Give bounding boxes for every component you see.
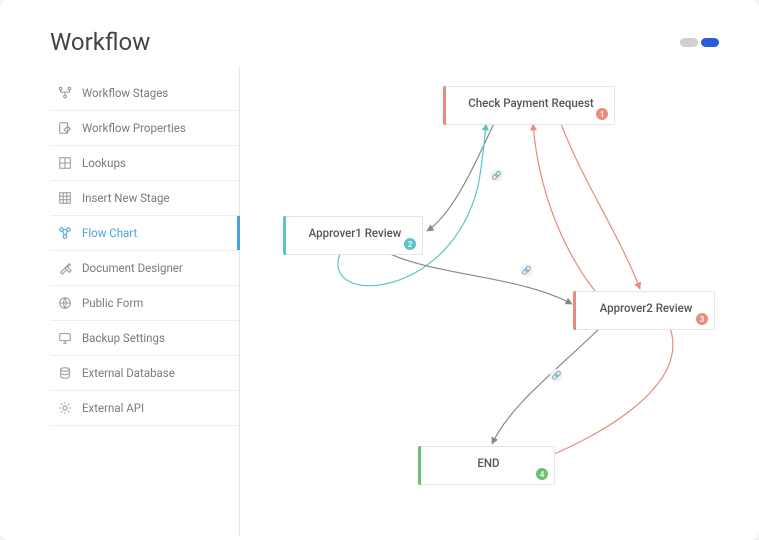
- nodes-icon: [58, 86, 72, 100]
- sidebar-item-label: Lookups: [82, 156, 126, 170]
- edge-1-2: [427, 121, 495, 231]
- link-icon: 🔗: [520, 264, 533, 277]
- sidebar-item-label: Workflow Properties: [82, 121, 186, 135]
- grid-icon: [58, 156, 72, 170]
- node-end[interactable]: END 4: [420, 446, 555, 485]
- sidebar-item-label: Document Designer: [82, 261, 183, 275]
- sidebar-item-workflow-properties[interactable]: Workflow Properties: [50, 111, 239, 146]
- node-label: Check Payment Request: [468, 96, 593, 110]
- toggle-off-pill[interactable]: [680, 38, 698, 47]
- link-icon: 🔗: [490, 169, 503, 182]
- sidebar-item-workflow-stages[interactable]: Workflow Stages: [50, 76, 239, 111]
- edge-3-4-grey: [492, 328, 600, 444]
- node-label: END: [477, 456, 499, 470]
- node-approver2-review[interactable]: Approver2 Review 3: [575, 291, 715, 330]
- backup-icon: [58, 331, 72, 345]
- sidebar-item-document-designer[interactable]: Document Designer: [50, 251, 239, 286]
- sidebar-item-label: Workflow Stages: [82, 86, 168, 100]
- node-badge: 1: [596, 108, 608, 120]
- sidebar-item-label: External API: [82, 401, 144, 415]
- sidebar-item-label: External Database: [82, 366, 175, 380]
- globe-icon: [58, 296, 72, 310]
- sidebar-item-insert-new-stage[interactable]: Insert New Stage: [50, 181, 239, 216]
- node-badge: 2: [404, 238, 416, 250]
- sidebar-item-label: Flow Chart: [82, 226, 137, 240]
- node-accent: [283, 216, 286, 255]
- flowchart-canvas[interactable]: 🔗 🔗 🔗 🔗 Check Payment Request 1 Approver…: [240, 66, 759, 536]
- toggle-on-pill[interactable]: [701, 38, 719, 47]
- link-icon: 🔗: [550, 369, 563, 382]
- sidebar-item-external-database[interactable]: External Database: [50, 356, 239, 391]
- page-title: Workflow: [50, 28, 150, 56]
- edge-1-3: [560, 121, 640, 289]
- grid-plus-icon: [58, 191, 72, 205]
- edge-2-3: [390, 254, 572, 304]
- edge-2-1: [338, 124, 486, 286]
- database-icon: [58, 366, 72, 380]
- tools-icon: [58, 261, 72, 275]
- node-accent: [573, 291, 576, 330]
- node-label: Approver1 Review: [309, 226, 402, 240]
- edge-3-4-red: [540, 328, 673, 460]
- node-badge: 3: [696, 313, 708, 325]
- sidebar-item-label: Insert New Stage: [82, 191, 170, 205]
- sidebar-item-label: Backup Settings: [82, 331, 165, 345]
- doc-edit-icon: [58, 121, 72, 135]
- node-label: Approver2 Review: [600, 301, 693, 315]
- node-accent: [418, 446, 421, 485]
- header: Workflow: [0, 0, 759, 66]
- node-accent: [443, 86, 446, 125]
- body: Workflow Stages Workflow Properties Look…: [0, 66, 759, 536]
- sidebar-item-public-form[interactable]: Public Form: [50, 286, 239, 321]
- api-icon: [58, 401, 72, 415]
- view-toggle[interactable]: [680, 38, 719, 47]
- sidebar-item-external-api[interactable]: External API: [50, 391, 239, 426]
- sidebar-item-lookups[interactable]: Lookups: [50, 146, 239, 181]
- sidebar-item-label: Public Form: [82, 296, 143, 310]
- flow-icon: [58, 226, 72, 240]
- edge-3-1: [533, 124, 595, 291]
- workflow-card: Workflow Workflow Stages Workflow Proper…: [0, 0, 759, 540]
- sidebar: Workflow Stages Workflow Properties Look…: [50, 66, 240, 536]
- node-badge: 4: [536, 468, 548, 480]
- node-check-payment-request[interactable]: Check Payment Request 1: [445, 86, 615, 125]
- node-approver1-review[interactable]: Approver1 Review 2: [285, 216, 423, 255]
- sidebar-item-flow-chart[interactable]: Flow Chart: [50, 216, 239, 251]
- sidebar-item-backup-settings[interactable]: Backup Settings: [50, 321, 239, 356]
